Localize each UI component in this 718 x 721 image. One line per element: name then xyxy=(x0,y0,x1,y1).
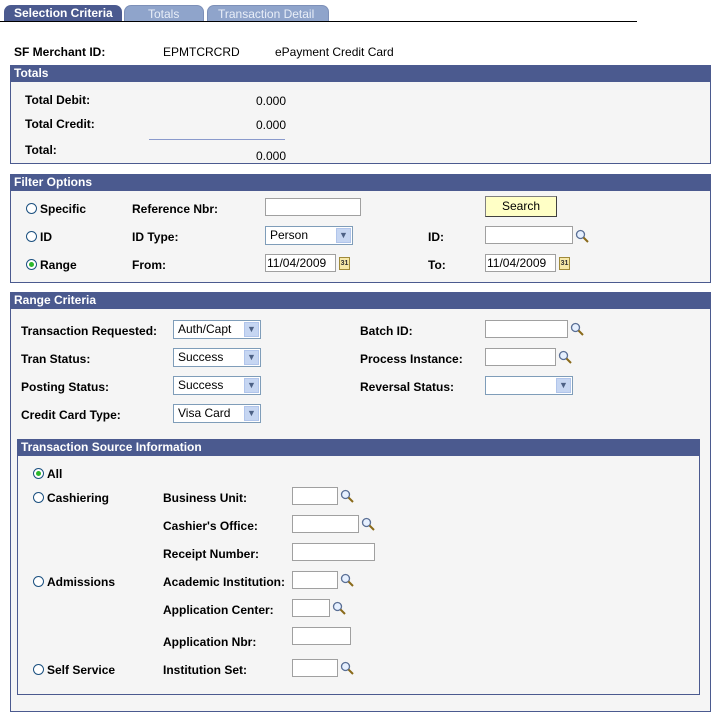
range-criteria-header: Range Criteria xyxy=(11,293,710,309)
total-value: 0.000 xyxy=(256,149,287,163)
totals-header: Totals xyxy=(11,66,710,82)
transaction-requested-select[interactable]: Auth/Capt ▼ xyxy=(173,320,261,339)
tab-totals[interactable]: Totals xyxy=(124,5,204,22)
chevron-down-icon: ▼ xyxy=(244,350,259,365)
radio-specific-label: Specific xyxy=(40,202,87,216)
search-icon[interactable] xyxy=(558,350,572,364)
radio-range[interactable] xyxy=(26,259,37,270)
search-icon[interactable] xyxy=(575,229,589,243)
merchant-id-label: SF Merchant ID: xyxy=(14,45,106,59)
radio-id-label: ID xyxy=(40,230,52,244)
search-icon[interactable] xyxy=(332,601,346,615)
radio-admissions[interactable] xyxy=(33,576,44,587)
reference-nbr-input[interactable] xyxy=(265,198,361,216)
search-icon[interactable] xyxy=(340,489,354,503)
institution-set-input[interactable] xyxy=(292,659,338,677)
application-nbr-input[interactable] xyxy=(292,627,351,645)
tab-label: Totals xyxy=(148,7,180,21)
from-date-input[interactable] xyxy=(265,254,336,272)
radio-all[interactable] xyxy=(33,468,44,479)
search-button[interactable]: Search xyxy=(485,196,557,217)
cashiers-office-input[interactable] xyxy=(292,515,359,533)
total-label: Total: xyxy=(25,143,57,157)
search-icon[interactable] xyxy=(340,661,354,675)
radio-admissions-label: Admissions xyxy=(47,575,116,589)
application-center-input[interactable] xyxy=(292,599,330,617)
id-type-value: Person xyxy=(270,228,309,242)
radio-all-label: All xyxy=(47,467,63,481)
id-type-label: ID Type: xyxy=(132,230,179,244)
tran-status-label: Tran Status: xyxy=(21,352,91,366)
id-type-select[interactable]: Person ▼ xyxy=(265,226,353,245)
merchant-description: ePayment Credit Card xyxy=(275,45,394,59)
institution-set-label: Institution Set: xyxy=(163,663,247,677)
process-instance-label: Process Instance: xyxy=(360,352,463,366)
reference-nbr-label: Reference Nbr: xyxy=(132,202,219,216)
calendar-icon[interactable]: 31 xyxy=(339,257,350,270)
tran-status-value: Success xyxy=(178,350,224,364)
merchant-id-value: EPMTCRCRD xyxy=(163,45,240,59)
process-instance-input[interactable] xyxy=(485,348,556,366)
application-center-label: Application Center: xyxy=(163,603,274,617)
tab-divider xyxy=(0,21,637,22)
id-label: ID: xyxy=(428,230,444,244)
reversal-status-label: Reversal Status: xyxy=(360,380,455,394)
to-label: To: xyxy=(428,258,446,272)
chevron-down-icon: ▼ xyxy=(244,322,259,337)
total-debit-value: 0.000 xyxy=(256,94,287,108)
search-icon[interactable] xyxy=(361,517,375,531)
transaction-source-panel: Transaction Source Information xyxy=(17,439,700,695)
chevron-down-icon: ▼ xyxy=(244,378,259,393)
radio-id[interactable] xyxy=(26,231,37,242)
totals-panel: Totals xyxy=(10,65,711,164)
radio-self-service[interactable] xyxy=(33,664,44,675)
tab-transaction-detail[interactable]: Transaction Detail xyxy=(207,5,329,22)
radio-self-service-label: Self Service xyxy=(47,663,116,677)
cashiers-office-label: Cashier's Office: xyxy=(163,519,258,533)
academic-institution-input[interactable] xyxy=(292,571,338,589)
business-unit-label: Business Unit: xyxy=(163,491,248,505)
total-credit-value: 0.000 xyxy=(256,118,287,132)
total-credit-label: Total Credit: xyxy=(25,117,95,131)
search-icon[interactable] xyxy=(570,322,584,336)
card-type-value: Visa Card xyxy=(178,406,231,420)
posting-status-label: Posting Status: xyxy=(21,380,110,394)
tab-selection-criteria[interactable]: Selection Criteria xyxy=(4,5,122,22)
radio-specific[interactable] xyxy=(26,203,37,214)
chevron-down-icon: ▼ xyxy=(244,406,259,421)
tab-label: Selection Criteria xyxy=(14,6,113,20)
receipt-number-label: Receipt Number: xyxy=(163,547,260,561)
transaction-requested-value: Auth/Capt xyxy=(178,322,232,336)
business-unit-input[interactable] xyxy=(292,487,338,505)
tran-status-select[interactable]: Success ▼ xyxy=(173,348,261,367)
academic-institution-label: Academic Institution: xyxy=(163,575,286,589)
search-icon[interactable] xyxy=(340,573,354,587)
transaction-requested-label: Transaction Requested: xyxy=(21,324,158,338)
total-debit-label: Total Debit: xyxy=(25,93,91,107)
application-nbr-label: Application Nbr: xyxy=(163,635,257,649)
total-separator xyxy=(149,139,285,140)
posting-status-value: Success xyxy=(178,378,224,392)
chevron-down-icon: ▼ xyxy=(556,378,571,393)
radio-cashiering[interactable] xyxy=(33,492,44,503)
card-type-select[interactable]: Visa Card ▼ xyxy=(173,404,261,423)
posting-status-select[interactable]: Success ▼ xyxy=(173,376,261,395)
batch-id-label: Batch ID: xyxy=(360,324,413,338)
filter-options-panel: Filter Options xyxy=(10,174,711,283)
batch-id-input[interactable] xyxy=(485,320,568,338)
from-label: From: xyxy=(132,258,166,272)
filter-options-header: Filter Options xyxy=(11,175,710,191)
radio-range-label: Range xyxy=(40,258,77,272)
chevron-down-icon: ▼ xyxy=(336,228,351,243)
to-date-input[interactable] xyxy=(485,254,556,272)
tab-label: Transaction Detail xyxy=(218,7,315,21)
radio-cashiering-label: Cashiering xyxy=(47,491,110,505)
transaction-source-header: Transaction Source Information xyxy=(18,440,699,456)
receipt-number-input[interactable] xyxy=(292,543,375,561)
card-type-label: Credit Card Type: xyxy=(21,408,121,422)
id-input[interactable] xyxy=(485,226,573,244)
reversal-status-select[interactable]: ▼ xyxy=(485,376,573,395)
calendar-icon[interactable]: 31 xyxy=(559,257,570,270)
